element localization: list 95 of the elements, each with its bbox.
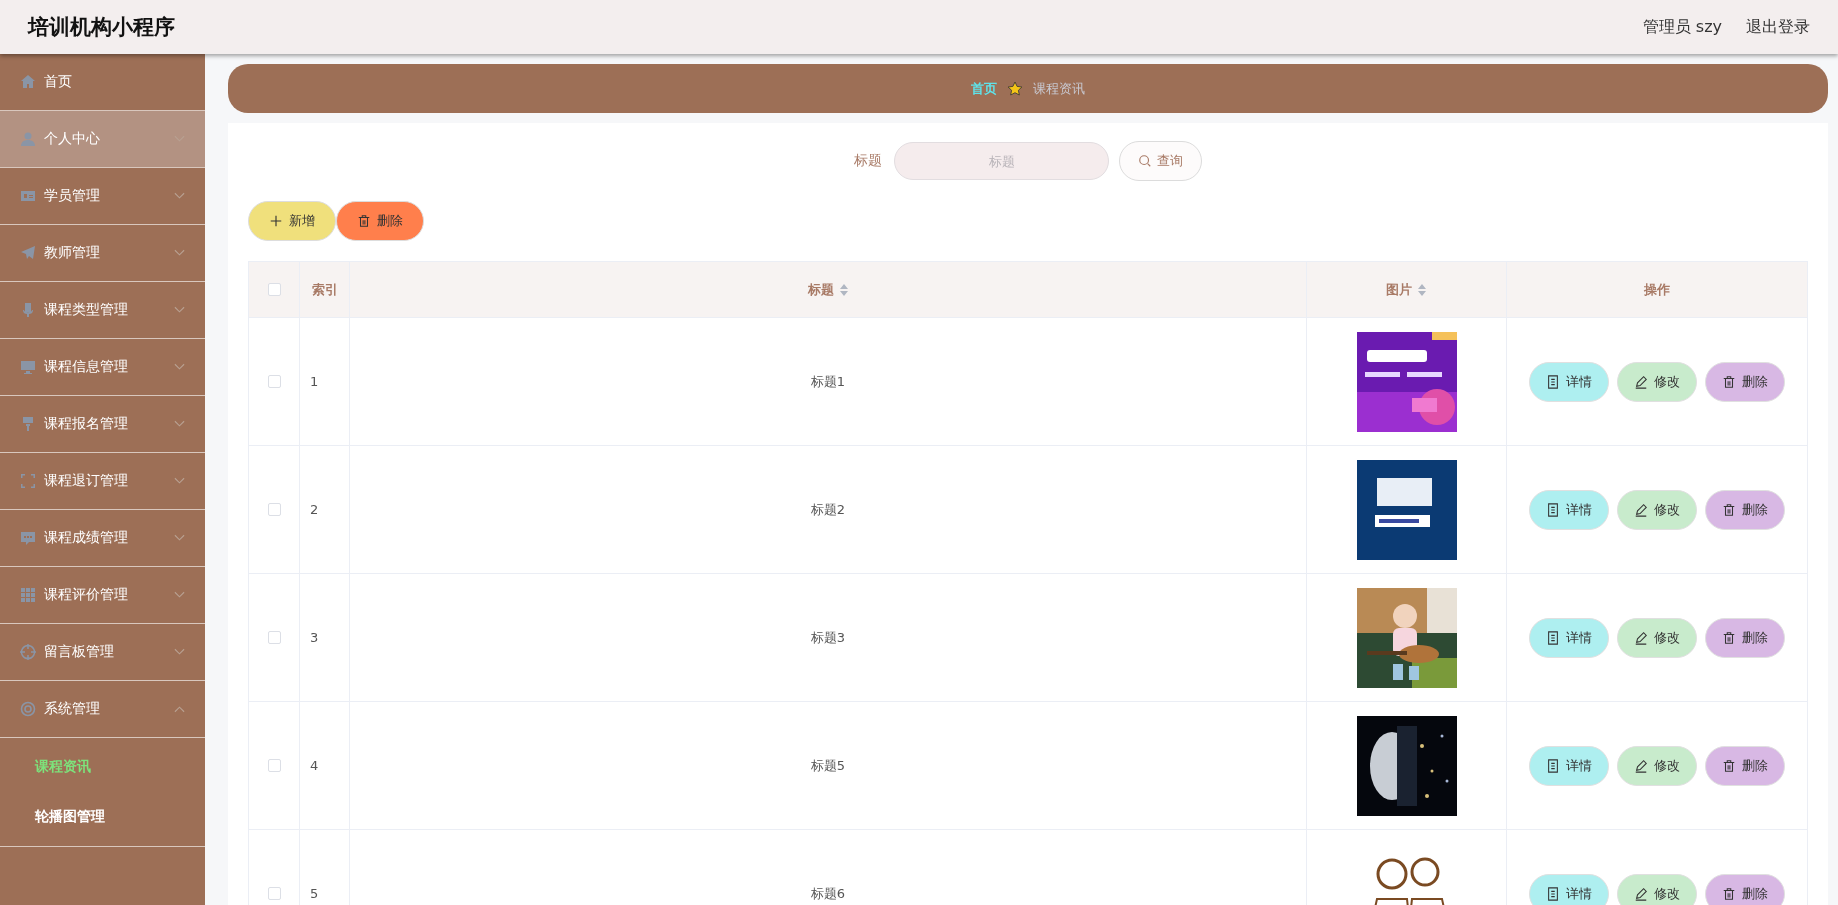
chevron-down-icon	[174, 420, 185, 428]
pencil-icon	[1634, 502, 1648, 517]
table-cell: 标题6	[810, 884, 846, 903]
row-checkbox[interactable]	[267, 631, 281, 644]
row-checkbox[interactable]	[267, 503, 281, 516]
trash-icon	[1722, 758, 1736, 773]
row-checkbox[interactable]	[267, 759, 281, 772]
sort-icon[interactable]	[838, 282, 849, 297]
column-header: 标题	[807, 280, 835, 299]
grid-icon	[20, 587, 36, 603]
breadcrumb-current: 课程资讯	[1033, 79, 1085, 98]
menu-item[interactable]: 课程退订管理	[0, 453, 205, 510]
chevron-down-icon	[174, 363, 185, 371]
chevron-down-icon	[174, 477, 185, 485]
pencil-icon	[1634, 758, 1648, 773]
menu-item[interactable]: 学员管理	[0, 168, 205, 225]
pencil-icon	[1634, 630, 1648, 645]
menu-item[interactable]: 课程成绩管理	[0, 510, 205, 567]
menu-item[interactable]: 课程评价管理	[0, 567, 205, 624]
id-card-icon	[20, 188, 36, 204]
delete-button[interactable]: 删除	[1705, 873, 1785, 905]
table-cell: 3	[310, 630, 319, 645]
chevron-down-icon	[174, 648, 185, 656]
details-button[interactable]: 详情	[1529, 617, 1609, 658]
trash-icon	[1722, 630, 1736, 645]
menu-item[interactable]: 系统管理	[0, 681, 205, 738]
table-cell: 1	[310, 374, 319, 389]
frame-icon	[20, 473, 36, 489]
column-header: 索引	[311, 280, 338, 299]
table-cell: 标题1	[810, 372, 846, 391]
table-cell: 2	[310, 502, 319, 517]
details-button[interactable]: 详情	[1529, 745, 1609, 786]
trash-icon	[1722, 886, 1736, 901]
pencil-icon	[1634, 374, 1648, 389]
delete-button[interactable]: 删除	[336, 201, 424, 241]
edit-button[interactable]: 修改	[1617, 489, 1697, 530]
details-button[interactable]: 详情	[1529, 361, 1609, 402]
menu-item[interactable]: 课程报名管理	[0, 396, 205, 453]
delete-button[interactable]: 删除	[1705, 745, 1785, 786]
row-checkbox[interactable]	[267, 375, 281, 388]
table-cell: 5	[310, 886, 319, 901]
chevron-down-icon	[174, 306, 185, 314]
edit-button[interactable]: 修改	[1617, 361, 1697, 402]
submenu-item[interactable]: 轮播图管理	[0, 792, 205, 842]
chat-icon	[20, 530, 36, 546]
table-cell: 标题2	[810, 500, 846, 519]
monitor-icon	[20, 359, 36, 375]
chevron-down-icon	[174, 192, 185, 200]
trash-icon	[357, 214, 371, 228]
document-icon	[1546, 758, 1560, 773]
chevron-down-icon	[174, 249, 185, 257]
plus-icon	[269, 214, 283, 228]
crosshair-icon	[20, 644, 36, 660]
edit-button[interactable]: 修改	[1617, 745, 1697, 786]
star-icon	[1007, 80, 1023, 97]
table-cell: 4	[310, 758, 319, 773]
column-header: 图片	[1386, 280, 1413, 299]
pencil-icon	[1634, 886, 1648, 901]
details-button[interactable]: 详情	[1529, 873, 1609, 905]
chevron-up-icon	[174, 705, 185, 713]
delete-button[interactable]: 删除	[1705, 489, 1785, 530]
chevron-down-icon	[174, 534, 185, 542]
search-field[interactable]: 标题	[894, 142, 1109, 180]
menu-item[interactable]: 课程类型管理	[0, 282, 205, 339]
logout-link[interactable]: 退出登录	[1746, 16, 1810, 38]
column-header: 操作	[1644, 280, 1670, 299]
search-button[interactable]: 查询	[1119, 141, 1202, 181]
edit-button[interactable]: 修改	[1617, 617, 1697, 658]
document-icon	[1546, 630, 1560, 645]
user-name: 管理员 szy	[1642, 16, 1722, 38]
add-button[interactable]: 新增	[248, 201, 336, 241]
details-button[interactable]: 详情	[1529, 489, 1609, 530]
edit-button[interactable]: 修改	[1617, 873, 1697, 905]
menu-item[interactable]: 课程信息管理	[0, 339, 205, 396]
menu-item[interactable]: 教师管理	[0, 225, 205, 282]
document-icon	[1546, 374, 1560, 389]
table-cell: 标题3	[810, 628, 846, 647]
trash-icon	[1722, 502, 1736, 517]
chevron-down-icon	[174, 591, 185, 599]
delete-button[interactable]: 删除	[1705, 617, 1785, 658]
sort-icon[interactable]	[1417, 282, 1427, 297]
document-icon	[1546, 886, 1560, 901]
search-label: 标题	[854, 152, 882, 170]
delete-button[interactable]: 删除	[1705, 361, 1785, 402]
paper-plane-icon	[20, 245, 36, 261]
home-icon	[20, 74, 36, 90]
menu-item[interactable]: 留言板管理	[0, 624, 205, 681]
app-title: 培训机构小程序	[28, 14, 176, 41]
select-all-checkbox[interactable]	[267, 283, 281, 296]
trash-icon	[1722, 374, 1736, 389]
search-icon	[1138, 154, 1152, 168]
row-checkbox[interactable]	[267, 887, 281, 900]
table-cell: 标题5	[810, 756, 846, 775]
document-icon	[1546, 502, 1560, 517]
user-icon	[20, 131, 36, 147]
